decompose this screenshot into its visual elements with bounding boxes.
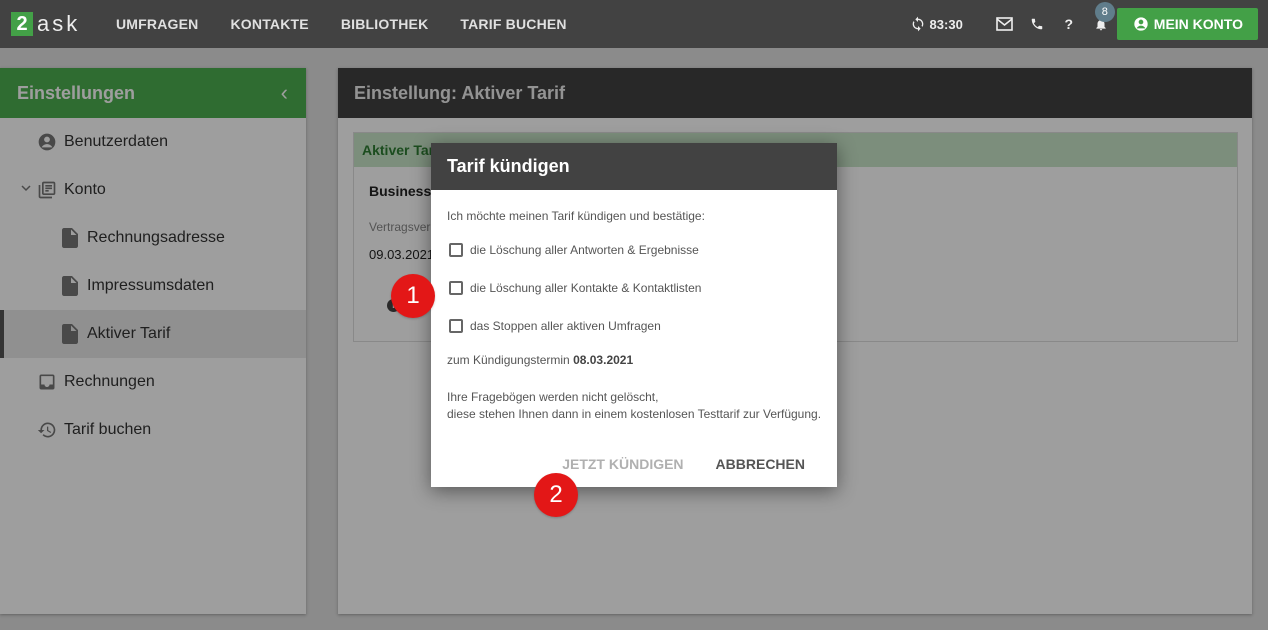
confirm-delete-contacts-row[interactable]: die Löschung aller Kontakte & Kontaktlis… [449, 281, 701, 295]
logo[interactable]: 2 ask [11, 11, 81, 36]
nav-kontakte[interactable]: KONTAKTE [214, 16, 324, 32]
session-timer[interactable]: 83:30 [910, 16, 963, 32]
logo-mark: 2 [11, 12, 33, 36]
termination-date: zum Kündigungstermin 08.03.2021 [447, 353, 633, 367]
termination-prefix: zum Kündigungstermin [447, 353, 570, 367]
phone-button[interactable] [1021, 0, 1053, 48]
nav-bibliothek[interactable]: BIBLIOTHEK [325, 16, 445, 32]
timer-value: 83:30 [929, 16, 963, 32]
main-nav: UMFRAGEN KONTAKTE BIBLIOTHEK TARIF BUCHE… [100, 0, 583, 48]
confirm-stop-surveys-row[interactable]: das Stoppen aller aktiven Umfragen [449, 319, 661, 333]
notification-badge: 8 [1094, 2, 1115, 22]
help-icon: ? [1064, 16, 1074, 32]
dialog-title: Tarif kündigen [431, 143, 837, 190]
confirm-delete-responses-row[interactable]: die Löschung aller Antworten & Ergebniss… [449, 243, 699, 257]
mail-button[interactable] [989, 0, 1021, 48]
checkbox-label: das Stoppen aller aktiven Umfragen [470, 319, 661, 333]
abort-button[interactable]: ABBRECHEN [700, 452, 821, 476]
annotation-marker-1: 1 [391, 274, 435, 318]
notifications-button[interactable]: 8 [1085, 0, 1117, 48]
confirm-stop-surveys-checkbox[interactable] [449, 319, 463, 333]
termination-date-value: 08.03.2021 [573, 353, 634, 367]
note-line-2: diese stehen Ihnen dann in einem kostenl… [447, 407, 822, 421]
checkbox-label: die Löschung aller Kontakte & Kontaktlis… [470, 281, 702, 295]
cancel-plan-dialog: Tarif kündigen Ich möchte meinen Tarif k… [431, 143, 837, 487]
checkbox-label: die Löschung aller Antworten & Ergebniss… [470, 243, 699, 257]
user-circle-icon [1134, 17, 1148, 31]
dialog-actions: JETZT KÜNDIGEN ABBRECHEN [546, 452, 837, 476]
confirm-delete-responses-checkbox[interactable] [449, 243, 463, 257]
dialog-intro: Ich möchte meinen Tarif kündigen und bes… [447, 209, 705, 223]
refresh-icon [912, 16, 923, 32]
mail-icon [996, 17, 1014, 31]
phone-icon [1031, 18, 1043, 30]
logo-text: ask [37, 11, 81, 36]
account-label: MEIN KONTO [1153, 16, 1243, 32]
topbar-right: 83:30 ? 8 MEIN KONTO [910, 0, 1268, 48]
confirm-delete-contacts-checkbox[interactable] [449, 281, 463, 295]
top-bar: 2 ask UMFRAGEN KONTAKTE BIBLIOTHEK TARIF… [0, 0, 1268, 48]
annotation-marker-2: 2 [534, 473, 578, 517]
dialog-note: Ihre Fragebögen werden nicht gelöscht, d… [447, 389, 821, 423]
confirm-cancel-button[interactable]: JETZT KÜNDIGEN [546, 452, 699, 476]
account-button[interactable]: MEIN KONTO [1116, 8, 1258, 40]
nav-tarif-buchen[interactable]: TARIF BUCHEN [444, 16, 582, 32]
help-button[interactable]: ? [1053, 0, 1085, 48]
note-line-1: Ihre Fragebögen werden nicht gelöscht, [447, 390, 659, 404]
nav-umfragen[interactable]: UMFRAGEN [100, 16, 214, 32]
